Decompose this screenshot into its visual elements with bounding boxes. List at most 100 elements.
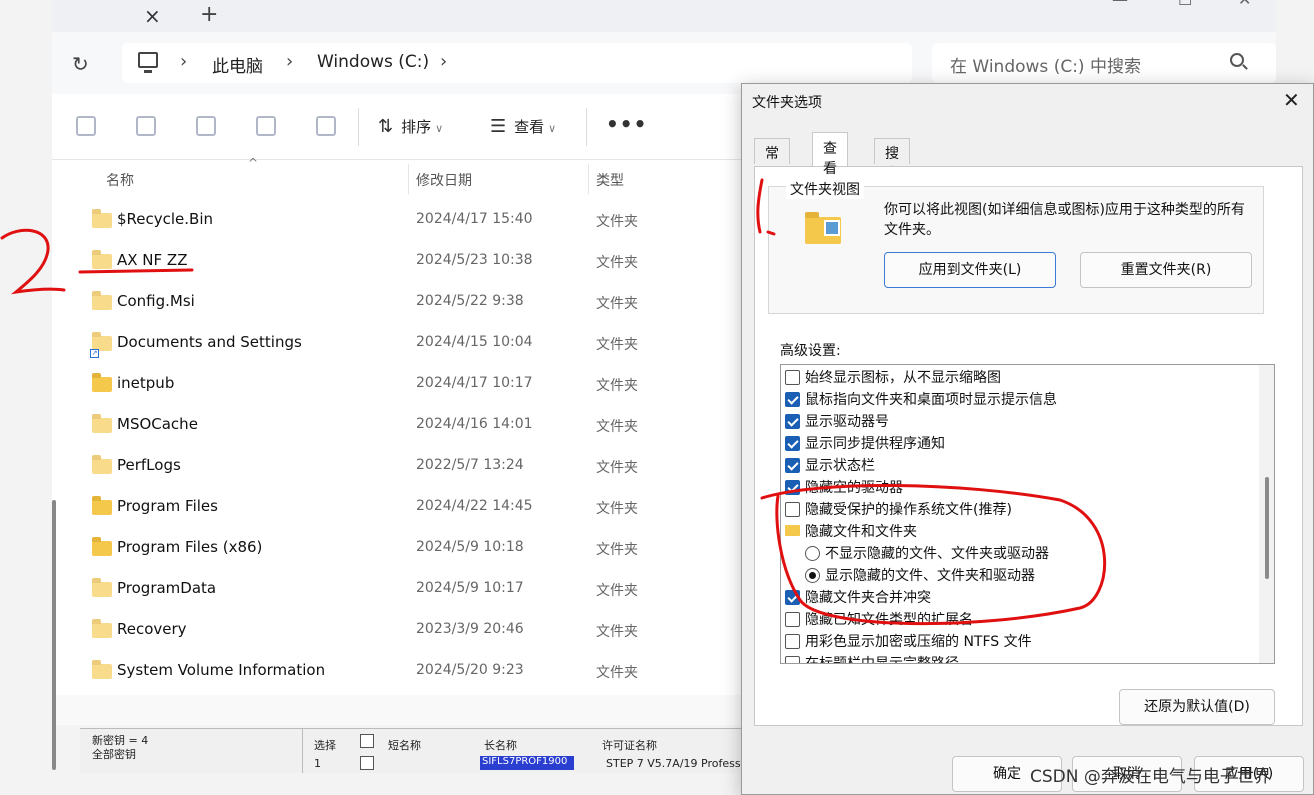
folder-icon: [92, 496, 112, 515]
checkbox[interactable]: [785, 414, 800, 429]
delete-icon[interactable]: [316, 116, 336, 136]
file-name: Recovery: [117, 620, 187, 638]
paste-icon[interactable]: [136, 116, 156, 136]
file-type: 文件夹: [596, 214, 638, 230]
chevron-right-icon: ›: [440, 51, 448, 72]
setting-color-ntfs[interactable]: 用彩色显示加密或压缩的 NTFS 文件: [785, 631, 1032, 653]
setting-label: 显示隐藏的文件、文件夹和驱动器: [825, 568, 1035, 584]
copy-icon[interactable]: [76, 116, 96, 136]
dialog-title: 文件夹选项: [752, 95, 822, 111]
search-input[interactable]: 在 Windows (C:) 中搜索: [932, 43, 1276, 83]
setting-label: 显示驱动器号: [805, 414, 889, 430]
checkbox[interactable]: [785, 502, 800, 517]
new-tab-button[interactable]: +: [200, 2, 218, 27]
row-checkbox[interactable]: [360, 756, 374, 770]
file-row[interactable]: Program Files 2024/4/22 14:45 文件夹: [82, 487, 742, 528]
setting-hide-merge-conflicts[interactable]: 隐藏文件夹合并冲突: [785, 587, 931, 609]
file-date: 2024/4/16 14:01: [416, 416, 533, 432]
breadcrumb-this-pc[interactable]: 此电脑: [212, 52, 263, 77]
checkbox[interactable]: [785, 634, 800, 649]
file-row[interactable]: Program Files (x86) 2024/5/9 10:18 文件夹: [82, 528, 742, 569]
file-row[interactable]: ProgramData 2024/5/9 10:17 文件夹: [82, 569, 742, 610]
sort-button[interactable]: ⇅ 排序 ∨: [378, 116, 443, 137]
reset-folders-button[interactable]: 重置文件夹(R): [1080, 252, 1252, 288]
folder-icon: [785, 525, 800, 536]
file-row[interactable]: Config.Msi 2024/5/22 9:38 文件夹: [82, 282, 742, 323]
setting-hide-protected-os-files[interactable]: 隐藏受保护的操作系统文件(推荐): [785, 499, 1012, 521]
rename-icon[interactable]: [196, 116, 216, 136]
search-icon: [1230, 53, 1244, 67]
setting-show-status-bar[interactable]: 显示状态栏: [785, 455, 875, 477]
file-row[interactable]: Recovery 2023/3/9 20:46 文件夹: [82, 610, 742, 651]
checkbox[interactable]: [785, 458, 800, 473]
scrollbar-thumb[interactable]: [52, 500, 56, 770]
file-date: 2024/4/17 10:17: [416, 375, 533, 391]
setting-full-path-title[interactable]: 在标题栏中显示完整路径: [785, 653, 959, 663]
radio-button[interactable]: [805, 568, 820, 583]
setting-always-show-icons[interactable]: 始终显示图标，从不显示缩略图: [785, 367, 1001, 389]
setting-show-hidden[interactable]: 显示隐藏的文件、文件夹和驱动器: [805, 565, 1035, 587]
radio-button[interactable]: [805, 546, 820, 561]
file-date: 2024/5/9 10:17: [416, 580, 524, 596]
scrollbar-thumb[interactable]: [1265, 477, 1269, 579]
column-header-name[interactable]: 名称: [106, 170, 134, 190]
share-icon[interactable]: [256, 116, 276, 136]
folder-icon: [92, 414, 112, 433]
column-divider[interactable]: [588, 164, 589, 194]
setting-group-hidden-files: 隐藏文件和文件夹: [785, 521, 917, 543]
setting-show-pop-up-description[interactable]: 鼠标指向文件夹和桌面项时显示提示信息: [785, 389, 1057, 411]
file-row[interactable]: AX NF ZZ 2024/5/23 10:38 文件夹: [82, 241, 742, 282]
breadcrumb-drive[interactable]: Windows (C:): [317, 52, 429, 72]
sort-label: 排序: [401, 118, 432, 136]
file-type: 文件夹: [596, 419, 638, 435]
setting-dont-show-hidden[interactable]: 不显示隐藏的文件、文件夹或驱动器: [805, 543, 1049, 565]
setting-label: 隐藏文件和文件夹: [805, 524, 917, 540]
refresh-icon[interactable]: ↻: [72, 52, 89, 76]
checkbox[interactable]: [785, 612, 800, 627]
more-options-button[interactable]: •••: [606, 112, 647, 136]
close-dialog-button[interactable]: ✕: [1283, 88, 1300, 112]
folder-view-description: 你可以将此视图(如详细信息或图标)应用于这种类型的所有文件夹。: [884, 202, 1245, 238]
minimize-button[interactable]: —: [1112, 0, 1128, 9]
folder-icon: [92, 291, 112, 310]
file-date: 2024/5/9 10:18: [416, 539, 524, 555]
folder-icon: [92, 619, 112, 638]
checkbox[interactable]: [785, 436, 800, 451]
file-row[interactable]: ↗ Documents and Settings 2024/4/15 10:04 文件…: [82, 323, 742, 364]
setting-show-drive-letters[interactable]: 显示驱动器号: [785, 411, 889, 433]
checkbox[interactable]: [785, 480, 800, 495]
column-divider[interactable]: [408, 164, 409, 194]
setting-hide-empty-drives[interactable]: 隐藏空的驱动器: [785, 477, 903, 499]
view-label: 查看: [514, 118, 545, 136]
tab-search[interactable]: 搜索: [874, 138, 910, 182]
setting-label: 隐藏已知文件类型的扩展名: [805, 612, 973, 628]
file-row[interactable]: PerfLogs 2022/5/7 13:24 文件夹: [82, 446, 742, 487]
checkbox[interactable]: [785, 392, 800, 407]
checkbox[interactable]: [785, 370, 800, 385]
select-all-checkbox[interactable]: [360, 734, 374, 748]
file-type: 文件夹: [596, 542, 638, 558]
checkbox[interactable]: [785, 656, 800, 663]
file-row[interactable]: System Volume Information 2024/5/20 9:23 文…: [82, 651, 742, 692]
file-row[interactable]: inetpub 2024/4/17 10:17 文件夹: [82, 364, 742, 405]
apply-to-folders-button[interactable]: 应用到文件夹(L): [884, 252, 1056, 288]
setting-show-sync-notifications[interactable]: 显示同步提供程序通知: [785, 433, 945, 455]
column-header-type[interactable]: 类型: [596, 170, 624, 190]
row-index: 1: [314, 757, 321, 770]
maximize-button[interactable]: ☐: [1178, 0, 1192, 9]
close-window-button[interactable]: ✕: [1238, 0, 1251, 9]
file-row[interactable]: MSOCache 2024/4/16 14:01 文件夹: [82, 405, 742, 446]
setting-label: 显示同步提供程序通知: [805, 436, 945, 452]
file-row[interactable]: $Recycle.Bin 2024/4/17 15:40 文件夹: [82, 200, 742, 241]
file-type: 文件夹: [596, 583, 638, 599]
tab-general[interactable]: 常规: [754, 138, 790, 182]
settings-scrollbar[interactable]: [1259, 365, 1274, 663]
address-bar[interactable]: › 此电脑 › Windows (C:) ›: [122, 43, 912, 83]
checkbox[interactable]: [785, 590, 800, 605]
setting-hide-extensions[interactable]: 隐藏已知文件类型的扩展名: [785, 609, 973, 631]
restore-defaults-button[interactable]: 还原为默认值(D): [1119, 689, 1275, 725]
view-button[interactable]: ☰ 查看 ∨: [490, 116, 556, 137]
close-tab-button[interactable]: ×: [144, 4, 161, 28]
tab-view[interactable]: 查看: [812, 132, 848, 177]
column-header-date[interactable]: 修改日期: [416, 170, 472, 190]
